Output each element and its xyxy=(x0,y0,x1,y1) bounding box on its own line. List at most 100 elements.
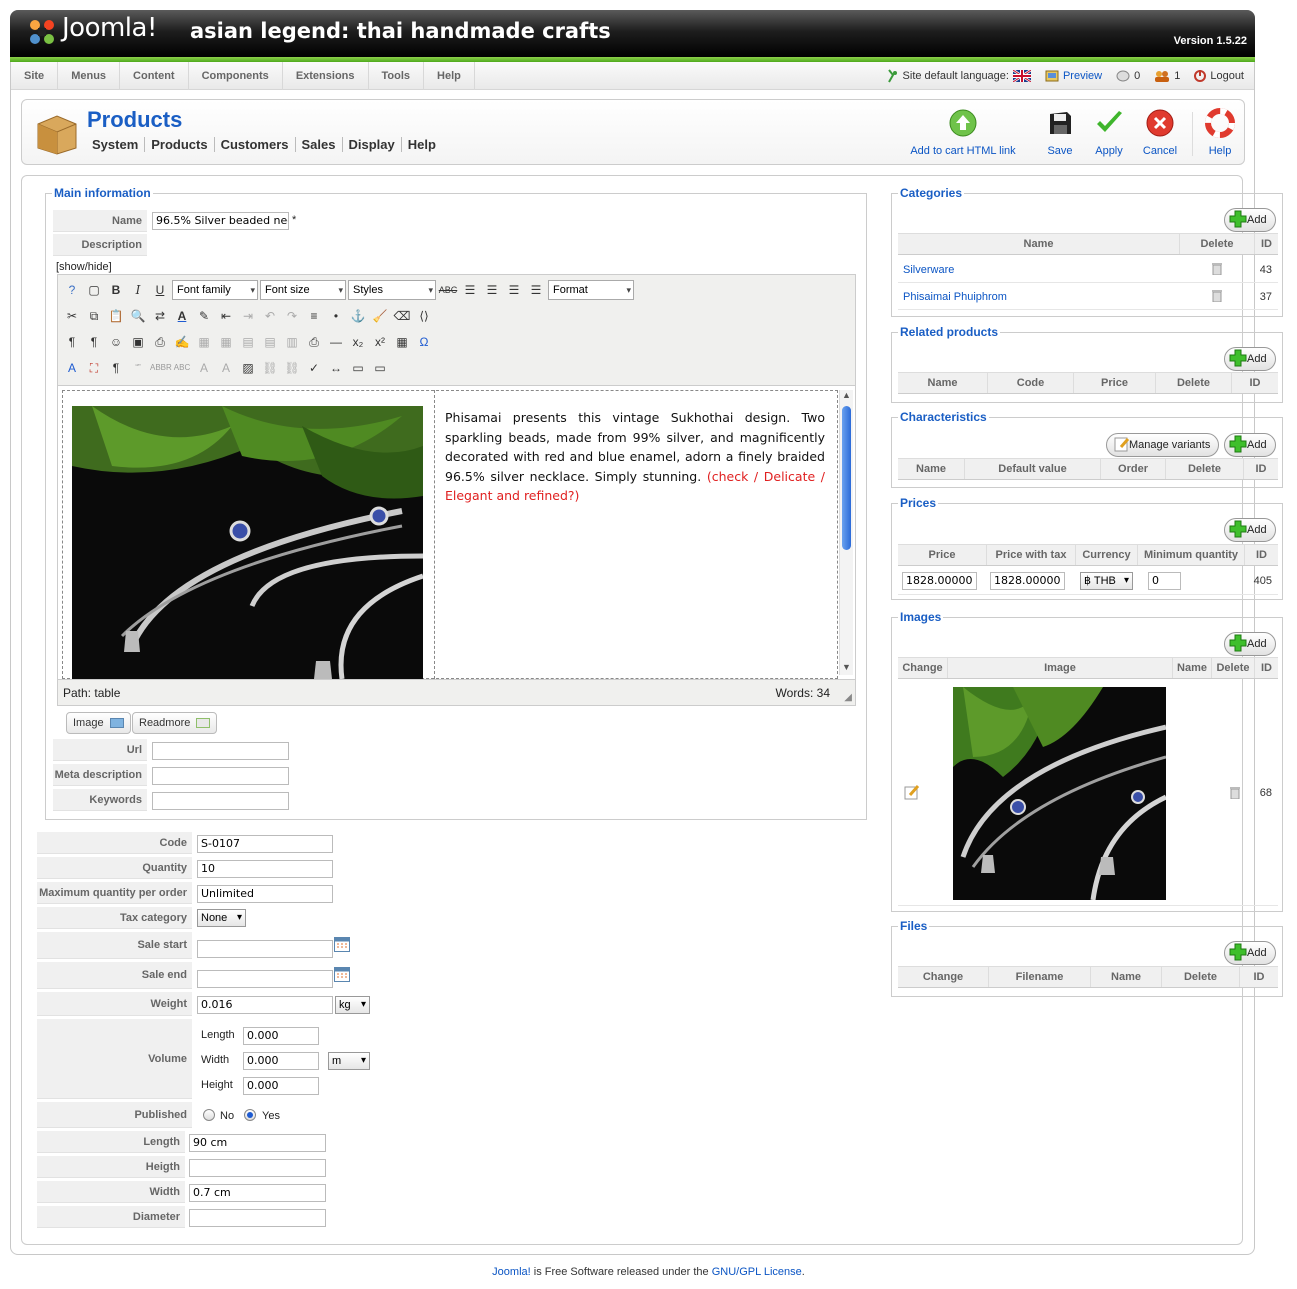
manage-variants-button[interactable]: Manage variants xyxy=(1106,433,1220,457)
menu-site[interactable]: Site xyxy=(11,62,59,90)
add-to-cart-link-button[interactable]: Add to cart HTML link xyxy=(908,108,1018,157)
menu-menus[interactable]: Menus xyxy=(58,62,121,90)
submenu-system[interactable]: System xyxy=(92,137,146,152)
apply-button[interactable]: Apply xyxy=(1089,108,1129,157)
submenu-sales[interactable]: Sales xyxy=(302,137,343,152)
sale-end-calendar-icon[interactable] xyxy=(334,967,350,982)
link-icon[interactable]: ⛓ xyxy=(260,358,280,378)
print-preview-icon[interactable]: ⎙ xyxy=(150,332,170,352)
prices-add-button[interactable]: Add xyxy=(1224,518,1276,542)
source-code-icon[interactable]: ⟨⟩ xyxy=(414,306,434,326)
visual-chars-icon[interactable]: ¶ xyxy=(106,358,126,378)
layer-icon[interactable]: ▭ xyxy=(370,358,390,378)
volume-length-input[interactable]: 0.000 xyxy=(243,1027,319,1045)
submenu-display[interactable]: Display xyxy=(349,137,402,152)
preview-link[interactable]: Preview xyxy=(1045,70,1102,82)
ltr-icon[interactable]: ¶ xyxy=(62,332,82,352)
trash-icon[interactable] xyxy=(1212,263,1222,275)
volume-width-input[interactable]: 0.000 xyxy=(243,1052,319,1070)
indent-icon[interactable]: ⇥ xyxy=(238,306,258,326)
find-icon[interactable]: 🔍 xyxy=(128,306,148,326)
name-input[interactable]: 96.5% Silver beaded necklac xyxy=(152,212,289,230)
superscript-icon[interactable]: x² xyxy=(370,332,390,352)
footer-license-link[interactable]: GNU/GPL License xyxy=(712,1266,802,1278)
delete-row-icon[interactable]: ▥ xyxy=(282,332,302,352)
menu-help[interactable]: Help xyxy=(424,62,475,90)
images-add-button[interactable]: Add xyxy=(1224,632,1276,656)
cleanup-icon[interactable]: 🧹 xyxy=(370,306,390,326)
acronym-icon[interactable]: ABC xyxy=(172,358,192,378)
insert-table-icon[interactable]: ▦ xyxy=(392,332,412,352)
messages-count[interactable]: 0 xyxy=(1116,70,1140,82)
horizontal-rule-icon[interactable]: — xyxy=(326,332,346,352)
bold-icon[interactable]: B xyxy=(106,280,126,300)
cut-icon[interactable]: ✂ xyxy=(62,306,82,326)
edit-image-icon[interactable] xyxy=(904,784,920,800)
sale-start-input[interactable] xyxy=(197,940,333,958)
editor-content-area[interactable]: Phisamai presents this vintage Sukhothai… xyxy=(57,386,856,679)
product-thumbnail[interactable] xyxy=(953,687,1166,900)
submenu-customers[interactable]: Customers xyxy=(221,137,296,152)
menu-components[interactable]: Components xyxy=(189,62,283,90)
styleprops-icon[interactable]: A xyxy=(62,358,82,378)
product-length-input[interactable]: 90 cm xyxy=(189,1134,326,1152)
replace-icon[interactable]: ⇄ xyxy=(150,306,170,326)
align-right-icon[interactable]: ☰ xyxy=(504,280,524,300)
save-button[interactable]: Save xyxy=(1040,108,1080,157)
cancel-button[interactable]: Cancel xyxy=(1138,108,1182,157)
eraser-icon[interactable]: ⌫ xyxy=(392,306,412,326)
category-name-link[interactable]: Phisaimai Phuiphrom xyxy=(903,291,1007,303)
scroll-up-icon[interactable]: ▲ xyxy=(842,390,851,400)
insert-row-before-icon[interactable]: ▤ xyxy=(238,332,258,352)
template-icon[interactable]: ▭ xyxy=(348,358,368,378)
media-icon[interactable]: ▣ xyxy=(128,332,148,352)
image-button[interactable]: Image xyxy=(66,712,131,734)
url-input[interactable] xyxy=(152,742,289,760)
price-with-tax-input[interactable]: 1828.00000 xyxy=(990,572,1065,590)
delete-mark-icon[interactable]: A xyxy=(194,358,214,378)
volume-height-input[interactable]: 0.000 xyxy=(243,1077,319,1095)
diameter-input[interactable] xyxy=(189,1209,326,1227)
redo-icon[interactable]: ↷ xyxy=(282,306,302,326)
cite-icon[interactable]: “” xyxy=(128,358,148,378)
copy-icon[interactable]: ⧉ xyxy=(84,306,104,326)
outdent-icon[interactable]: ⇤ xyxy=(216,306,236,326)
insert-mark-icon[interactable]: A xyxy=(216,358,236,378)
insert-row-after-icon[interactable]: ▤ xyxy=(260,332,280,352)
bullet-list-icon[interactable]: • xyxy=(326,306,346,326)
currency-select[interactable]: ฿ THB xyxy=(1080,572,1133,590)
volume-unit-select[interactable]: m xyxy=(328,1052,370,1070)
meta-description-input[interactable] xyxy=(152,767,289,785)
menu-extensions[interactable]: Extensions xyxy=(283,62,369,90)
scroll-down-icon[interactable]: ▼ xyxy=(842,662,851,672)
numbered-list-icon[interactable]: ≡ xyxy=(304,306,324,326)
editor-help-icon[interactable]: ? xyxy=(62,280,82,300)
menu-content[interactable]: Content xyxy=(120,62,189,90)
files-add-button[interactable]: Add xyxy=(1224,941,1276,965)
format-select[interactable]: Format xyxy=(548,280,634,300)
print-icon[interactable]: ⎙ xyxy=(304,332,324,352)
resize-handle-icon[interactable]: ◢ xyxy=(844,692,852,703)
font-size-select[interactable]: Font size xyxy=(260,280,346,300)
related-add-button[interactable]: Add xyxy=(1224,347,1276,371)
edit-icon[interactable]: ✍ xyxy=(172,332,192,352)
paste-icon[interactable]: 📋 xyxy=(106,306,126,326)
characteristics-add-button[interactable]: Add xyxy=(1224,433,1276,457)
submenu-products[interactable]: Products xyxy=(151,137,215,152)
editor-scrollbar[interactable]: ▲ ▼ xyxy=(839,390,853,675)
sale-end-input[interactable] xyxy=(197,970,333,988)
logout-link[interactable]: Logout xyxy=(1194,70,1244,82)
scroll-thumb[interactable] xyxy=(842,406,851,550)
image-icon[interactable]: ▨ xyxy=(238,358,258,378)
align-left-icon[interactable]: ☰ xyxy=(460,280,480,300)
nonbreaking-icon[interactable]: ↔ xyxy=(326,358,346,378)
unlink-icon[interactable]: ⛓ xyxy=(282,358,302,378)
align-justify-icon[interactable]: ☰ xyxy=(526,280,546,300)
price-input[interactable]: 1828.00000 xyxy=(902,572,977,590)
help-button[interactable]: Help xyxy=(1200,108,1240,157)
emoticons-icon[interactable]: ☺ xyxy=(106,332,126,352)
show-hide-toggle[interactable]: [show/hide] xyxy=(56,261,112,273)
keywords-input[interactable] xyxy=(152,792,289,810)
tax-category-select[interactable]: None xyxy=(197,909,246,927)
categories-add-button[interactable]: Add xyxy=(1224,208,1276,232)
